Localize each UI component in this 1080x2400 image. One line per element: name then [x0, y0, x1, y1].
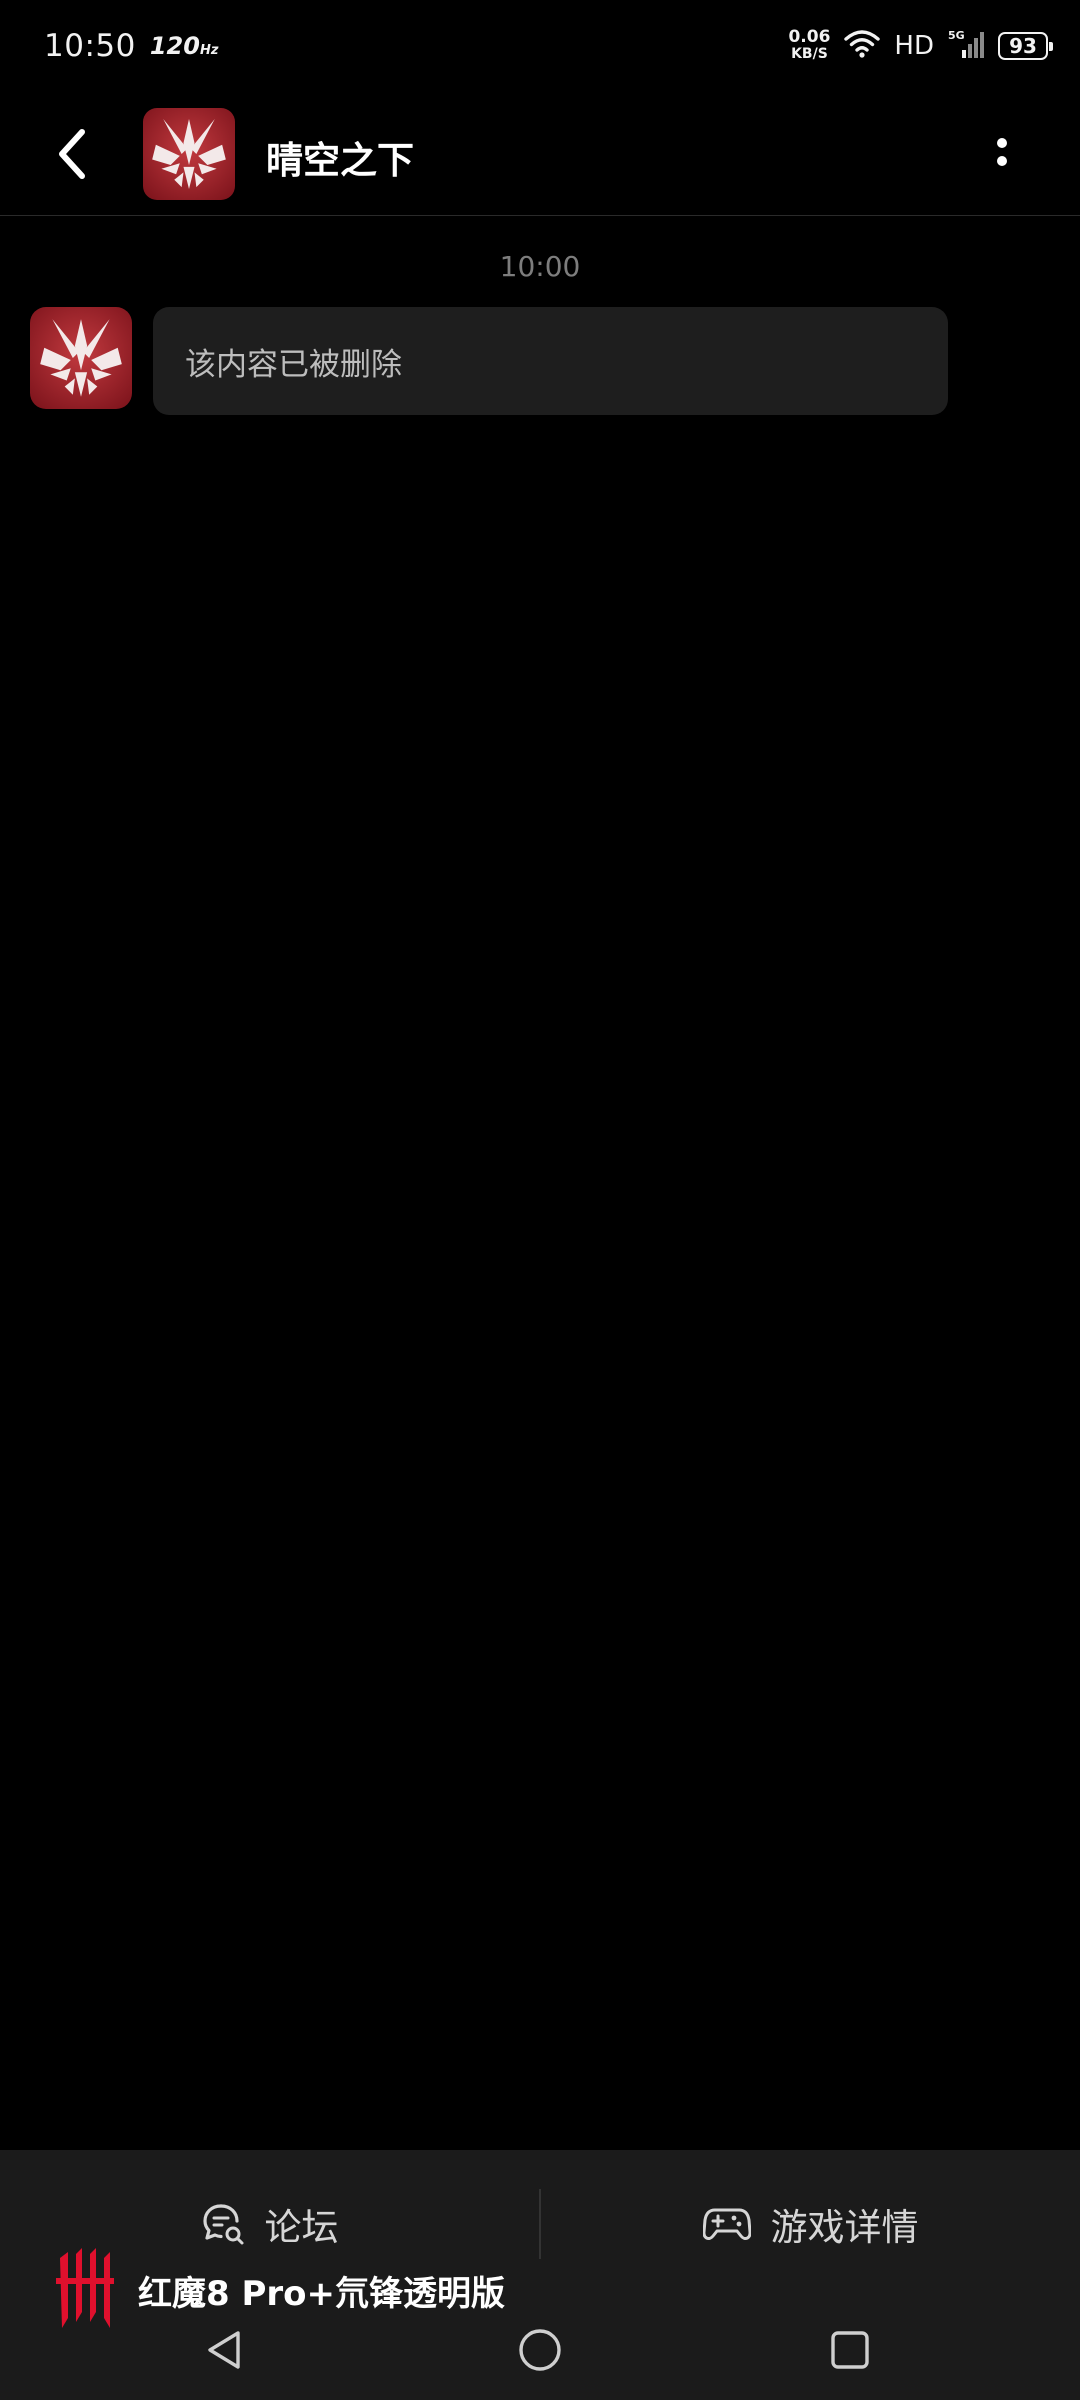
back-arrow-icon	[59, 129, 85, 179]
message-timestamp: 10:00	[499, 250, 581, 283]
nav-home-icon	[519, 2329, 561, 2371]
contact-name: 晴空之下	[266, 139, 414, 182]
status-right: 0.06 KB/S HD 5G 93	[788, 28, 1053, 64]
battery-icon: 93	[998, 32, 1053, 60]
wifi-icon	[844, 29, 881, 63]
gamepad-icon	[702, 2208, 751, 2241]
refresh-rate-value: 120	[149, 32, 200, 60]
refresh-rate: 120Hz	[150, 32, 219, 60]
signal-label: 5G	[948, 29, 965, 42]
forum-chat-icon	[202, 2204, 243, 2245]
message-row: 该内容已被删除	[30, 307, 950, 417]
back-button[interactable]	[44, 122, 100, 186]
chat-header: 晴空之下	[0, 92, 1080, 216]
message-avatar[interactable]	[30, 307, 132, 409]
network-hd-label: HD	[894, 31, 934, 61]
nav-home-button[interactable]	[510, 2320, 570, 2380]
net-speed-value: 0.06	[788, 27, 831, 47]
nav-back-icon	[208, 2331, 240, 2369]
red-magic-logo-icon	[30, 307, 132, 409]
device-watermark: 红魔8 Pro+氘锋透明版	[54, 2248, 505, 2332]
chat-screen: 10:50 120Hz 0.06 KB/S HD 5G 93 晴空之下 10:0…	[0, 0, 1080, 2400]
forum-label: 论坛	[264, 2206, 339, 2249]
more-options-button[interactable]	[982, 128, 1022, 178]
contact-avatar[interactable]	[143, 108, 235, 200]
cell-signal-icon: 5G	[948, 28, 984, 64]
nav-recents-icon	[831, 2331, 869, 2369]
refresh-rate-unit: Hz	[199, 43, 219, 58]
status-time: 10:50	[44, 28, 136, 64]
more-vertical-icon	[997, 138, 1007, 166]
game-details-button[interactable]: 游戏详情	[541, 2150, 1080, 2298]
nav-recents-button[interactable]	[820, 2320, 880, 2380]
red-magic-logo-icon	[143, 108, 235, 200]
net-speed: 0.06 KB/S	[788, 29, 830, 63]
message-bubble[interactable]: 该内容已被删除	[153, 307, 948, 415]
status-bar: 10:50 120Hz 0.06 KB/S HD 5G 93	[0, 0, 1080, 92]
net-speed-unit: KB/S	[791, 46, 828, 62]
device-name: 红魔8 Pro+氘锋透明版	[138, 2273, 506, 2314]
red-magic-brand-icon	[56, 2248, 114, 2328]
game-details-label: 游戏详情	[770, 2206, 919, 2249]
status-left: 10:50 120Hz	[44, 28, 218, 64]
